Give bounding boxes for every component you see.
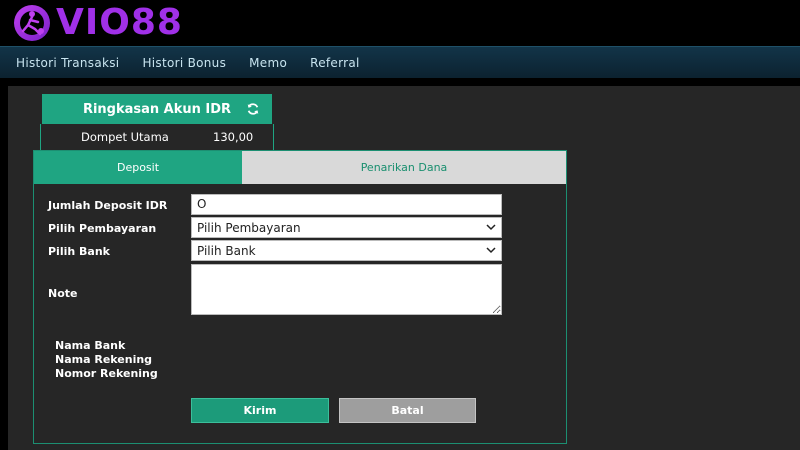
tab-deposit[interactable]: Deposit bbox=[34, 151, 242, 184]
soccer-player-ball-icon bbox=[14, 5, 50, 41]
nav-histori-bonus[interactable]: Histori Bonus bbox=[142, 56, 226, 70]
logo-text: VIO88 bbox=[56, 2, 183, 43]
nav-referral[interactable]: Referral bbox=[310, 56, 360, 70]
cancel-button[interactable]: Batal bbox=[339, 398, 476, 423]
main-wallet-balance: 130,00 bbox=[213, 130, 254, 144]
payment-method-select[interactable]: Pilih Pembayaran bbox=[191, 217, 502, 238]
deposit-amount-input[interactable]: O bbox=[191, 194, 502, 215]
main-wallet-label: Dompet Utama bbox=[81, 130, 169, 144]
account-summary-title: Ringkasan Akun IDR bbox=[82, 101, 232, 117]
account-name-label: Nama Rekening bbox=[55, 353, 153, 366]
bank-select[interactable]: Pilih Bank bbox=[191, 240, 502, 261]
nav-memo[interactable]: Memo bbox=[249, 56, 287, 70]
note-textarea[interactable] bbox=[191, 264, 502, 315]
note-label: Note bbox=[48, 287, 78, 300]
bank-label: Pilih Bank bbox=[48, 245, 110, 258]
tab-withdraw[interactable]: Penarikan Dana bbox=[242, 151, 566, 184]
chevron-down-icon bbox=[486, 247, 496, 254]
top-nav: Histori Transaksi Histori Bonus Memo Ref… bbox=[0, 46, 800, 78]
vio88-logo[interactable]: VIO88 bbox=[10, 2, 183, 44]
payment-method-label: Pilih Pembayaran bbox=[48, 222, 157, 235]
submit-button[interactable]: Kirim bbox=[191, 398, 329, 423]
bank-value: Pilih Bank bbox=[197, 243, 256, 258]
deposit-amount-value: O bbox=[197, 197, 207, 211]
nav-histori-transaksi[interactable]: Histori Transaksi bbox=[16, 56, 119, 70]
account-summary-header: Ringkasan Akun IDR bbox=[42, 94, 272, 124]
top-bar: VIO88 bbox=[0, 0, 800, 46]
chevron-down-icon bbox=[486, 224, 496, 231]
payment-method-value: Pilih Pembayaran bbox=[197, 220, 301, 235]
refresh-icon[interactable] bbox=[246, 102, 260, 116]
main-wallet-row: Dompet Utama 130,00 bbox=[40, 124, 274, 152]
account-number-label: Nomor Rekening bbox=[55, 367, 158, 380]
bank-name-label: Nama Bank bbox=[55, 339, 126, 352]
amount-label: Jumlah Deposit IDR bbox=[48, 199, 168, 212]
